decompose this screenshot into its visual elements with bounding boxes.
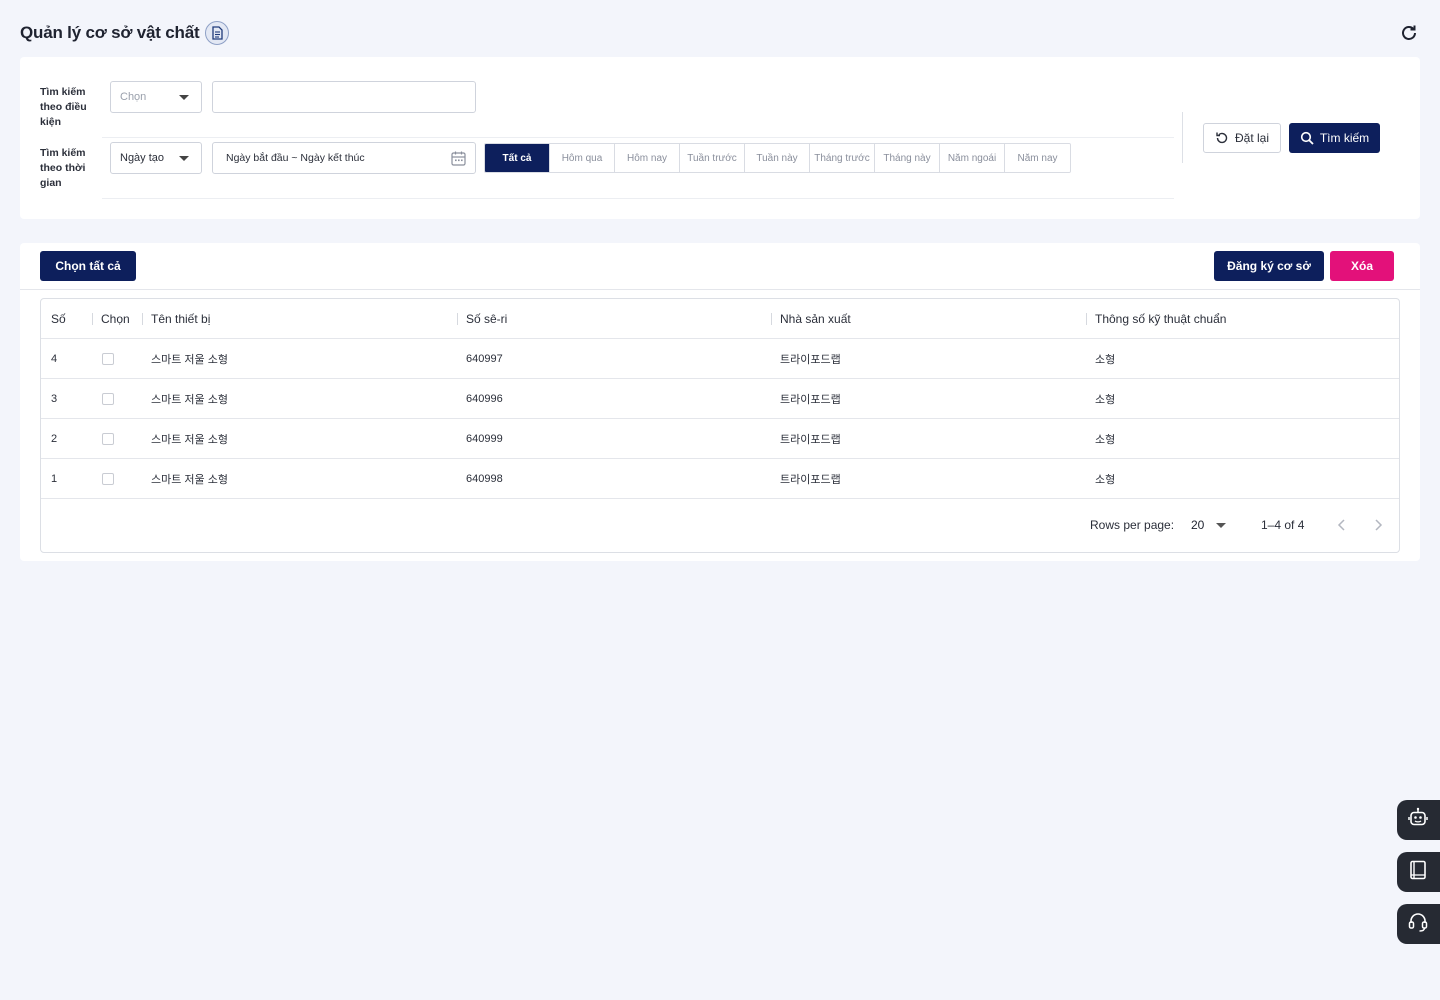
range-this-week[interactable]: Tuần này <box>745 144 810 172</box>
table-pagination: Rows per page: 20 1–4 of 4 <box>41 499 1399 552</box>
reset-icon <box>1215 131 1229 145</box>
range-last-week[interactable]: Tuần trước <box>680 144 745 172</box>
row-serial: 640998 <box>466 473 503 485</box>
reset-label: Đặt lại <box>1234 131 1269 145</box>
chevron-down-icon <box>179 156 189 161</box>
range-today[interactable]: Hôm nay <box>615 144 680 172</box>
chatbot-button[interactable] <box>1397 800 1440 840</box>
date-type-value: Ngày tạo <box>120 152 165 164</box>
refresh-icon[interactable] <box>1398 22 1420 44</box>
row-checkbox[interactable] <box>102 353 114 365</box>
col-device-name[interactable]: Tên thiết bị <box>151 299 210 339</box>
table-row[interactable]: 3 스마트 저울 소형 640996 트라이포드랩 소형 <box>41 379 1399 419</box>
table-row[interactable]: 1 스마트 저울 소형 640998 트라이포드랩 소형 <box>41 459 1399 499</box>
table-row[interactable]: 4 스마트 저울 소형 640997 트라이포드랩 소형 <box>41 339 1399 379</box>
col-serial[interactable]: Số sê-ri <box>466 299 507 339</box>
row-spec: 소형 <box>1095 394 1116 406</box>
col-select[interactable]: Chọn <box>101 299 130 339</box>
date-range-text: Ngày bắt đầu ~ Ngày kết thúc <box>226 152 365 164</box>
row-manufacturer: 트라이포드랩 <box>780 354 841 366</box>
search-button[interactable]: Tìm kiếm <box>1289 123 1380 153</box>
chevron-right-icon <box>1375 519 1383 531</box>
row-device-name: 스마트 저울 소형 <box>151 394 228 406</box>
search-panel: Tìm kiếm theo điều kiện Chọn Tìm kiếm th… <box>20 57 1420 219</box>
range-this-month[interactable]: Tháng này <box>875 144 940 172</box>
table-header: Số Chọn Tên thiết bị Số sê-ri Nhà sản xu… <box>41 299 1399 339</box>
search-label: Tìm kiếm <box>1319 131 1370 145</box>
range-last-year[interactable]: Năm ngoái <box>940 144 1005 172</box>
headset-icon <box>1407 911 1429 938</box>
range-this-year[interactable]: Năm nay <box>1005 144 1070 172</box>
quick-range-selector: Tất cả Hôm qua Hôm nay Tuần trước Tuần n… <box>484 143 1071 173</box>
document-icon[interactable] <box>205 21 230 45</box>
row-serial: 640996 <box>466 393 503 405</box>
delete-button[interactable]: Xóa <box>1330 251 1394 281</box>
row-serial: 640999 <box>466 433 503 445</box>
register-facility-button[interactable]: Đăng ký cơ sở <box>1214 251 1324 281</box>
row-checkbox[interactable] <box>102 473 114 485</box>
row-spec: 소형 <box>1095 474 1116 486</box>
row-checkbox[interactable] <box>102 433 114 445</box>
row-spec: 소형 <box>1095 354 1116 366</box>
row-manufacturer: 트라이포드랩 <box>780 434 841 446</box>
time-search-label: Tìm kiếm theo thời gian <box>40 147 86 189</box>
row-checkbox[interactable] <box>102 393 114 405</box>
page-header: Quản lý cơ sở vật chất <box>20 20 1420 46</box>
search-row-divider <box>102 137 1174 138</box>
col-no[interactable]: Số <box>51 299 66 339</box>
row-manufacturer: 트라이포드랩 <box>780 474 841 486</box>
list-panel: Chọn tất cả Đăng ký cơ sở Xóa Số Chọn Tê… <box>20 243 1420 561</box>
book-icon <box>1407 859 1429 886</box>
robot-icon <box>1407 807 1429 834</box>
page-title: Quản lý cơ sở vật chất <box>20 23 200 42</box>
search-bottom-divider <box>102 198 1174 199</box>
row-device-name: 스마트 저울 소형 <box>151 354 228 366</box>
row-no: 4 <box>51 353 58 365</box>
rows-per-page-label: Rows per page: <box>1090 518 1175 532</box>
date-range-picker[interactable]: Ngày bắt đầu ~ Ngày kết thúc <box>212 142 476 174</box>
manual-button[interactable] <box>1397 852 1440 892</box>
previous-page-button[interactable] <box>1332 515 1352 535</box>
next-page-button[interactable] <box>1368 515 1388 535</box>
reset-button[interactable]: Đặt lại <box>1203 123 1281 153</box>
pagination-range: 1–4 of 4 <box>1261 518 1305 532</box>
col-spec[interactable]: Thông số kỹ thuật chuẩn <box>1095 299 1226 339</box>
chevron-down-icon <box>179 95 189 100</box>
condition-select[interactable]: Chọn <box>110 81 202 113</box>
row-device-name: 스마트 저울 소형 <box>151 434 228 446</box>
range-all[interactable]: Tất cả <box>485 144 550 172</box>
row-no: 2 <box>51 433 58 445</box>
chevron-down-icon <box>1216 523 1226 528</box>
table-row[interactable]: 2 스마트 저울 소형 640999 트라이포드랩 소형 <box>41 419 1399 459</box>
row-device-name: 스마트 저울 소형 <box>151 474 228 486</box>
facility-table: Số Chọn Tên thiết bị Số sê-ri Nhà sản xu… <box>40 298 1400 553</box>
condition-search-label: Tìm kiếm theo điều kiện <box>40 86 87 128</box>
row-spec: 소형 <box>1095 434 1116 446</box>
column-divider <box>142 313 143 325</box>
actions-divider <box>1182 112 1183 163</box>
row-serial: 640997 <box>466 353 503 365</box>
row-manufacturer: 트라이포드랩 <box>780 394 841 406</box>
range-last-month[interactable]: Tháng trước <box>810 144 875 172</box>
search-icon <box>1300 131 1314 145</box>
date-type-select[interactable]: Ngày tạo <box>110 142 202 174</box>
calendar-icon <box>450 150 467 170</box>
col-manufacturer[interactable]: Nhà sản xuất <box>780 299 851 339</box>
range-yesterday[interactable]: Hôm qua <box>550 144 615 172</box>
condition-search-input[interactable] <box>212 81 476 113</box>
toolbar-divider <box>20 289 1420 290</box>
column-divider <box>771 313 772 325</box>
column-divider <box>92 313 93 325</box>
column-divider <box>457 313 458 325</box>
rows-per-page-value: 20 <box>1191 518 1205 532</box>
row-no: 3 <box>51 393 58 405</box>
select-all-button[interactable]: Chọn tất cả <box>40 251 136 281</box>
chevron-left-icon <box>1337 519 1345 531</box>
support-button[interactable] <box>1397 904 1440 944</box>
row-no: 1 <box>51 473 58 485</box>
condition-select-value: Chọn <box>120 91 147 103</box>
column-divider <box>1086 313 1087 325</box>
rows-per-page-select[interactable]: 20 <box>1190 516 1230 536</box>
